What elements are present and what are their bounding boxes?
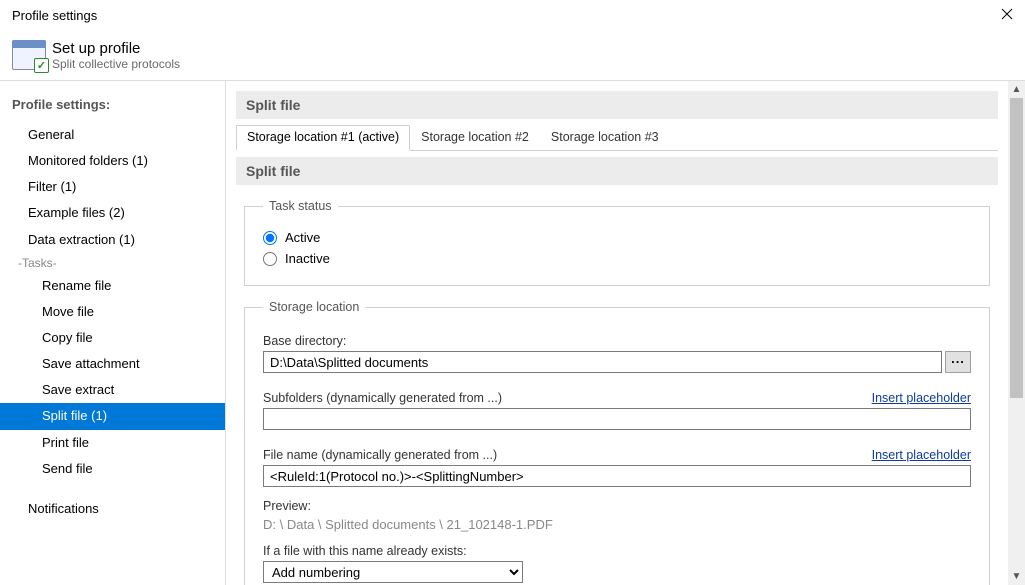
insert-placeholder-filename-link[interactable]: Insert placeholder (872, 448, 971, 462)
sidebar-item-copy-file[interactable]: Copy file (0, 325, 225, 351)
base-directory-input[interactable] (263, 351, 942, 373)
sidebar-item-general[interactable]: General (0, 122, 225, 148)
inner-section-title: Split file (236, 157, 998, 185)
page-subtitle: Split collective protocols (52, 57, 180, 71)
sidebar-section-tasks: -Tasks- (0, 253, 225, 273)
sidebar-item-send-file[interactable]: Send file (0, 456, 225, 482)
scrollbar-thumb[interactable] (1010, 98, 1023, 398)
storage-location-group: Storage location Base directory: ... Sub… (244, 300, 990, 585)
sidebar: Profile settings: General Monitored fold… (0, 81, 226, 585)
window-title: Profile settings (12, 8, 97, 23)
subfolders-input[interactable] (263, 408, 971, 430)
ellipsis-icon: ... (951, 351, 965, 366)
radio-active-label: Active (285, 230, 320, 245)
close-icon[interactable] (1001, 8, 1013, 23)
subfolders-label: Subfolders (dynamically generated from .… (263, 391, 502, 405)
filename-label: File name (dynamically generated from ..… (263, 448, 497, 462)
sidebar-item-move-file[interactable]: Move file (0, 299, 225, 325)
filename-input[interactable] (263, 465, 971, 487)
section-title: Split file (236, 91, 998, 119)
browse-button[interactable]: ... (945, 351, 971, 373)
radio-inactive-input[interactable] (263, 252, 277, 266)
sidebar-item-save-attachment[interactable]: Save attachment (0, 351, 225, 377)
scrollbar-up-arrow-icon[interactable]: ▲ (1008, 81, 1025, 98)
sidebar-item-split-file[interactable]: Split file (1) (0, 403, 225, 429)
sidebar-item-data-extraction[interactable]: Data extraction (1) (0, 227, 225, 253)
tab-storage-2[interactable]: Storage location #2 (410, 125, 540, 151)
exists-combo[interactable]: Add numbering (263, 561, 523, 583)
exists-label: If a file with this name already exists: (263, 544, 971, 558)
radio-active[interactable]: Active (263, 227, 971, 248)
base-directory-label: Base directory: (263, 334, 971, 348)
sidebar-item-save-extract[interactable]: Save extract (0, 377, 225, 403)
insert-placeholder-subfolders-link[interactable]: Insert placeholder (872, 391, 971, 405)
radio-inactive-label: Inactive (285, 251, 330, 266)
storage-location-legend: Storage location (263, 300, 365, 314)
task-status-group: Task status Active Inactive (244, 199, 990, 286)
preview-label: Preview: (263, 499, 971, 513)
scrollbar-down-arrow-icon[interactable]: ▼ (1008, 568, 1025, 585)
tab-storage-3[interactable]: Storage location #3 (540, 125, 670, 151)
main-panel: Split file Storage location #1 (active) … (226, 81, 1008, 585)
vertical-scrollbar[interactable]: ▲ ▼ (1008, 81, 1025, 585)
storage-tabs: Storage location #1 (active) Storage loc… (236, 125, 998, 151)
profile-icon: ✓ (12, 40, 46, 70)
sidebar-item-filter[interactable]: Filter (1) (0, 174, 225, 200)
tab-storage-1[interactable]: Storage location #1 (active) (236, 125, 410, 151)
task-status-legend: Task status (263, 199, 338, 213)
radio-inactive[interactable]: Inactive (263, 248, 971, 269)
sidebar-item-rename-file[interactable]: Rename file (0, 273, 225, 299)
sidebar-item-print-file[interactable]: Print file (0, 430, 225, 456)
sidebar-heading: Profile settings: (0, 91, 225, 122)
preview-value: D: \ Data \ Splitted documents \ 21_1021… (263, 517, 971, 532)
sidebar-item-notifications[interactable]: Notifications (0, 496, 225, 522)
radio-active-input[interactable] (263, 231, 277, 245)
page-title: Set up profile (52, 40, 180, 57)
sidebar-item-example-files[interactable]: Example files (2) (0, 200, 225, 226)
sidebar-item-monitored-folders[interactable]: Monitored folders (1) (0, 148, 225, 174)
